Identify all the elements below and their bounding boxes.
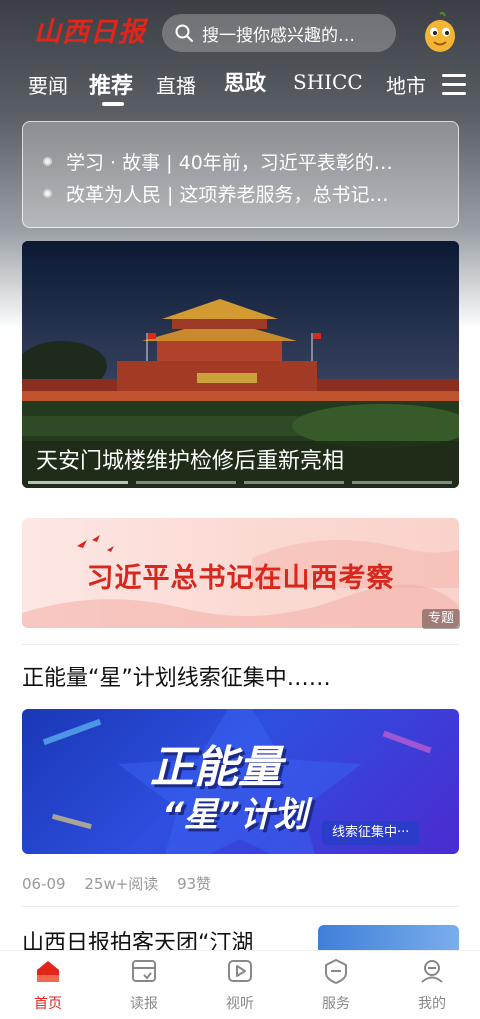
tab-label: 读报: [130, 996, 158, 1012]
mascot-avatar-icon[interactable]: [420, 12, 460, 54]
tab-label: 首页: [34, 996, 62, 1012]
bottom-tab-bar: 首页 读报 视听 服务 我的: [0, 950, 480, 1019]
special-topic-banner[interactable]: 习近平总书记在山西考察: [22, 518, 459, 628]
tab-newspaper[interactable]: 读报: [96, 951, 192, 1019]
carousel-indicator: [136, 481, 236, 484]
article-meta: 06-09 25w+阅读 93赞: [22, 873, 225, 894]
notice-text: 学习 · 故事 | 40年前，习近平表彰的…: [66, 151, 393, 174]
tab-yaowen[interactable]: 要闻: [28, 70, 68, 99]
tab-label: 服务: [322, 996, 350, 1012]
divider: [22, 906, 459, 907]
tab-dishi[interactable]: 地市: [386, 70, 426, 99]
tab-label: 我的: [418, 996, 446, 1012]
home-icon: [37, 961, 59, 982]
tab-video[interactable]: 视听: [192, 951, 288, 1019]
carousel-indicator-active: [28, 481, 128, 484]
banner-title: 习近平总书记在山西考察: [86, 563, 395, 594]
profile-icon: [421, 960, 443, 983]
bullet-icon: [43, 156, 52, 166]
article-reads: 25w+阅读: [84, 875, 159, 893]
tab-label: 视听: [226, 996, 254, 1012]
notice-item[interactable]: 改革为人民 | 这项养老服务，总书记…: [43, 178, 443, 208]
video-icon: [228, 960, 252, 982]
menu-icon[interactable]: [442, 74, 466, 96]
topic-tag: 专题: [422, 609, 461, 629]
active-tab-indicator: [102, 102, 124, 106]
search-placeholder: 搜一搜你感兴趣的…: [202, 25, 355, 46]
category-nav: 要闻 推荐 直播 思政 SHICC 地市: [0, 62, 480, 110]
tab-sizheng[interactable]: 思政: [224, 67, 266, 97]
article-image-main-text: 正能量: [150, 742, 282, 793]
notice-text: 改革为人民 | 这项养老服务，总书记…: [66, 183, 389, 206]
app-logo[interactable]: 山西日报: [34, 16, 146, 50]
carousel-indicator: [244, 481, 344, 484]
newspaper-icon: [132, 960, 156, 982]
article-title[interactable]: 正能量“星”计划线索征集中……: [22, 660, 331, 692]
article-image-sub-text: “星”计划: [162, 795, 308, 835]
tab-profile[interactable]: 我的: [384, 951, 480, 1019]
tab-service[interactable]: 服务: [288, 951, 384, 1019]
divider: [22, 644, 459, 645]
article-likes: 93赞: [177, 875, 212, 893]
carousel-slide[interactable]: 天安门城楼维护检修后重新亮相: [22, 241, 459, 488]
notice-panel: 学习 · 故事 | 40年前，习近平表彰的… 改革为人民 | 这项养老服务，总书…: [22, 121, 459, 228]
notice-item[interactable]: 学习 · 故事 | 40年前，习近平表彰的…: [43, 146, 443, 176]
article-date: 06-09: [22, 875, 66, 893]
carousel-caption: 天安门城楼维护检修后重新亮相: [36, 449, 345, 474]
carousel-indicator: [352, 481, 452, 484]
header: 山西日报 搜一搜你感兴趣的…: [0, 0, 480, 62]
article-image-badge: 线索征集中···: [322, 821, 420, 845]
tab-home[interactable]: 首页: [0, 951, 96, 1019]
search-icon: [175, 24, 193, 42]
tab-shicc[interactable]: SHICC: [293, 70, 363, 94]
bullet-icon: [43, 188, 52, 198]
article-image[interactable]: 正能量 “星”计划 线索征集中···: [22, 709, 459, 854]
service-icon: [325, 958, 347, 985]
tab-tuijian[interactable]: 推荐: [89, 68, 133, 100]
search-bar[interactable]: 搜一搜你感兴趣的…: [162, 14, 396, 52]
tab-zhibo[interactable]: 直播: [156, 70, 196, 99]
